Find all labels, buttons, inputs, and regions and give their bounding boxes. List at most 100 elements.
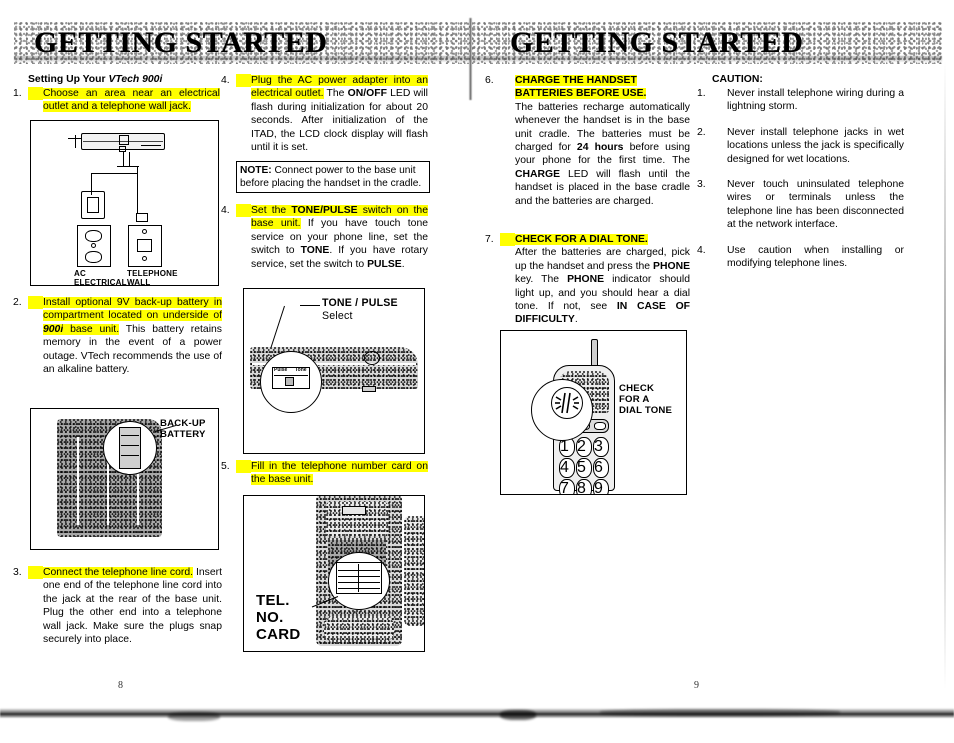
telephone-jack-socket	[137, 239, 152, 252]
keypad-key-4[interactable]: 4	[559, 458, 575, 478]
left-col2-item4b-block: 4. Set the TONE/PULSE switch on the base …	[221, 204, 428, 271]
page-number-left: 8	[118, 680, 123, 691]
modular-plug	[136, 213, 148, 222]
left-col2-item5-block: 5. Fill in the telephone number card on t…	[221, 460, 428, 487]
keypad-key-7[interactable]: 7	[559, 479, 575, 494]
ac-adapter-face	[87, 197, 99, 213]
telephone-number-card	[336, 562, 382, 594]
setting-up-heading: Setting Up Your VTech 900i	[28, 74, 220, 85]
phone-cord-seg1	[129, 152, 131, 166]
scan-edge-blob-3	[600, 709, 840, 716]
tone-pulse-leader-horizontal	[300, 305, 320, 307]
figure-label-backup-battery: BACK-UP BATTERY	[160, 418, 206, 440]
caution-item-4: 4. Use caution when installing or modifyi…	[697, 244, 904, 271]
left-item-3-rest: Insert one end of the telephone line cor…	[43, 567, 222, 646]
handset-key-right	[594, 422, 606, 430]
keypad-key-8[interactable]: 8	[576, 479, 592, 494]
figure-label-ac-outlet: AC ELECTRICAL OUTLET	[74, 269, 127, 286]
ac-outlet-socket-bottom	[85, 251, 102, 263]
base-unit-foot	[362, 386, 376, 392]
right-item-7-bold-phone-2: PHONE	[567, 274, 605, 286]
setting-up-heading-plain: Setting Up Your	[28, 74, 109, 85]
scan-edge-blob-1	[168, 712, 220, 721]
left-item-3-highlight: Connect the telephone line cord.	[43, 567, 194, 578]
base-unit-jack-port	[119, 135, 129, 145]
scanned-manual-page: GETTING STARTED GETTING STARTED Setting …	[0, 0, 954, 743]
left-item-2-model: 900i	[43, 323, 64, 335]
left-item-1-text: Choose an area near an electrical outlet…	[43, 88, 220, 113]
underside-rib-1	[77, 437, 79, 525]
left-item-2-highlight-2: base unit.	[63, 323, 120, 335]
left-item-4a-rest-pre: The	[323, 88, 348, 100]
card-rule-3	[338, 582, 380, 583]
right-item-7-body-post: .	[574, 314, 578, 326]
keypad-key-9[interactable]: 9	[593, 479, 609, 494]
left-item-4b-tone-pulse: TONE/PULSE	[291, 205, 358, 216]
note-label: NOTE:	[240, 165, 272, 176]
left-item-4b-number: 4.	[221, 204, 251, 218]
left-item-4b-bold-pulse: PULSE	[367, 258, 402, 270]
caution-item-1: 1. Never install telephone wiring during …	[697, 87, 904, 114]
telephone-jack-screw-bottom	[142, 256, 147, 261]
switch-label-pulse: Pulse	[274, 367, 288, 373]
switch-slider	[285, 377, 294, 386]
figure-check-dial-tone: 1 2 3 4 5 6 7 8 9 * 0 #	[500, 330, 687, 495]
scan-right-edge	[944, 60, 946, 690]
right-item-6: 6. CHARGE THE HANDSET BATTERIES BEFORE US…	[485, 74, 690, 208]
ac-outlet-socket-top	[85, 230, 102, 242]
base-unit-antenna	[68, 138, 81, 139]
right-item-7-body-mid1: key. The	[515, 274, 568, 286]
keypad-key-5[interactable]: 5	[576, 458, 592, 478]
banner-right: GETTING STARTED	[472, 22, 942, 64]
left-item-5-number: 5.	[221, 460, 251, 474]
left-col1-item2-block: 2. Install optional 9V back-up battery in…	[13, 296, 222, 376]
right-item-6-number: 6.	[485, 75, 494, 86]
caution-item-4-number: 4.	[697, 244, 706, 256]
keypad-key-2[interactable]: 2	[576, 437, 592, 457]
base-unit-speaker-dial	[364, 351, 380, 365]
left-item-1: 1. Choose an area near an electrical outl…	[13, 87, 220, 114]
switch-label-tone: Tone	[295, 367, 307, 373]
phone-cord-horizontal	[117, 166, 139, 168]
left-col2-item4a-block: 4. Plug the AC power adapter into an elec…	[221, 74, 428, 154]
figure-ac-outlet-wall-jack: AC ELECTRICAL OUTLET TELEPHONE WALL JACK	[30, 120, 219, 286]
caution-item-3: 3. Never touch uninsulated telephone wire…	[697, 178, 904, 232]
right-col1-item6-block: 6. CHARGE THE HANDSET BATTERIES BEFORE US…	[485, 74, 690, 208]
right-item-7: 7. CHECK FOR A DIAL TONE. After the batte…	[485, 233, 690, 327]
base-unit-display-window	[342, 506, 366, 515]
switch-detail-divider	[274, 375, 308, 376]
left-item-4a-number: 4.	[221, 74, 251, 88]
left-item-4b-highlight-pre: Set the	[251, 205, 292, 216]
caution-item-2-text: Never install telephone jacks in wet loc…	[727, 126, 904, 165]
caution-item-4-text: Use caution when installing or modifying…	[727, 244, 904, 270]
figure-label-tel-no-card: TEL. NO. CARD	[256, 592, 301, 643]
caution-item-3-text: Never touch uninsulated telephone wires …	[727, 179, 904, 231]
banner-right-underline	[472, 56, 942, 62]
figure-label-wall-jack: TELEPHONE WALL JACK	[127, 269, 178, 286]
left-item-3-number: 3.	[13, 566, 43, 580]
card-column-divider	[358, 564, 359, 592]
caution-item-2-number: 2.	[697, 126, 706, 138]
right-item-6-highlight-line1: CHARGE THE HANDSET	[515, 75, 637, 86]
battery-9v	[119, 427, 141, 469]
figure-label-tone-pulse: TONE / PULSE	[322, 297, 398, 309]
handset-keypad: 1 2 3 4 5 6 7 8 9 * 0 #	[559, 437, 609, 494]
tone-pulse-leader-diagonal	[269, 305, 286, 350]
keypad-key-3[interactable]: 3	[593, 437, 609, 457]
caution-item-1-number: 1.	[697, 88, 706, 99]
right-item-6-highlight-line2: BATTERIES BEFORE USE.	[515, 88, 647, 100]
caution-item-2: 2. Never install telephone jacks in wet l…	[697, 126, 904, 166]
phone-cord-down	[137, 166, 139, 213]
right-item-7-highlight: CHECK FOR A DIAL TONE.	[515, 234, 648, 245]
figure-label-check-dial-tone: CHECK FOR A DIAL TONE	[619, 383, 673, 416]
base-unit-cradle	[324, 616, 394, 642]
right-item-7-bold-phone-1: PHONE	[653, 260, 690, 272]
left-item-5: 5. Fill in the telephone number card on t…	[221, 460, 428, 487]
scan-edge-blob-2	[500, 710, 536, 720]
left-item-2-number: 2.	[13, 296, 43, 310]
battery-label-line-3	[121, 455, 139, 456]
figure-label-select: Select	[322, 310, 353, 322]
left-item-4a-bold-onoff: ON/OFF	[347, 88, 387, 100]
keypad-key-6[interactable]: 6	[593, 458, 609, 478]
left-item-4a: 4. Plug the AC power adapter into an elec…	[221, 74, 428, 154]
